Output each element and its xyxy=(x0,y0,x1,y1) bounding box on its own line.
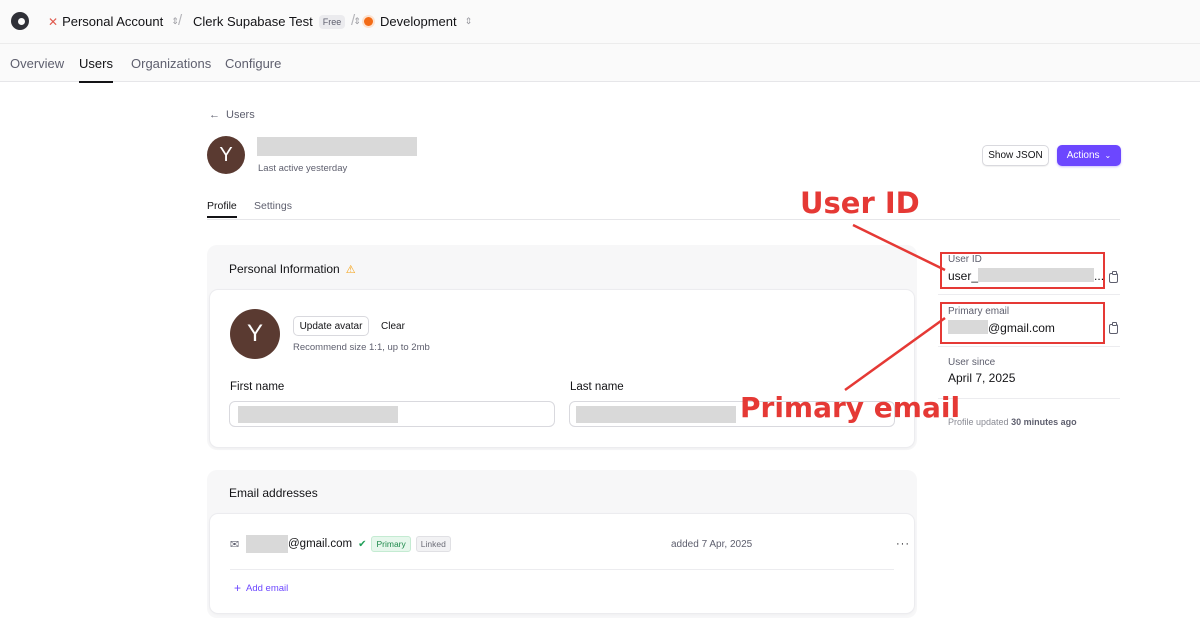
sidebar-divider xyxy=(938,398,1120,399)
tab-settings[interactable]: Settings xyxy=(254,200,292,212)
linked-badge: Linked xyxy=(415,536,451,552)
more-options-icon[interactable]: ··· xyxy=(896,538,910,550)
user-since-value: April 7, 2025 xyxy=(948,371,1016,385)
user-avatar: Y xyxy=(207,136,245,174)
clerk-logo-icon[interactable] xyxy=(11,12,29,30)
top-bar: ✕ Personal Account ⇕ / Clerk Supabase Te… xyxy=(0,0,1200,44)
user-id-annotation: User ID xyxy=(800,186,920,220)
plus-icon: + xyxy=(234,581,242,595)
card-title-text: Personal Information xyxy=(229,262,340,276)
show-json-button[interactable]: Show JSON xyxy=(982,145,1049,166)
mail-icon: ✉ xyxy=(230,538,240,551)
email-list: ✉ @gmail.com ✔ Primary Linked added 7 Ap… xyxy=(210,514,914,613)
user-id-highlight-box xyxy=(940,252,1105,289)
email-address: @gmail.com xyxy=(288,538,353,550)
breadcrumb-separator: / xyxy=(178,12,183,29)
copy-icon[interactable] xyxy=(1109,322,1118,334)
primary-email-highlight-box xyxy=(940,302,1105,344)
account-name: Personal Account xyxy=(62,14,164,29)
profile-updated-time: 30 minutes ago xyxy=(1011,417,1077,427)
back-to-users-link[interactable]: ← Users xyxy=(209,109,255,121)
environment-dot-icon xyxy=(364,17,373,26)
add-email-label: Add email xyxy=(246,582,289,594)
add-email-button[interactable]: + Add email xyxy=(234,581,288,595)
first-name-redacted xyxy=(238,406,398,423)
update-avatar-button[interactable]: Update avatar xyxy=(293,316,369,336)
tab-configure[interactable]: Configure xyxy=(225,56,281,71)
sidebar-divider xyxy=(938,294,1120,295)
account-icon: ✕ xyxy=(48,14,59,29)
user-since-item: User since April 7, 2025 xyxy=(948,357,1015,385)
sidebar-divider xyxy=(938,346,1120,347)
email-local-redacted xyxy=(246,535,288,553)
email-added-date: added 7 Apr, 2025 xyxy=(671,538,753,550)
copy-icon[interactable] xyxy=(1109,271,1118,283)
email-addresses-title: Email addresses xyxy=(229,486,318,500)
actions-button[interactable]: Actions ⌄ xyxy=(1057,145,1121,166)
tab-users[interactable]: Users xyxy=(79,56,113,83)
actions-label: Actions xyxy=(1066,150,1100,161)
breadcrumb-separator: / xyxy=(351,12,356,29)
environment-switcher[interactable]: Development ⇕ xyxy=(364,14,472,29)
tab-overview[interactable]: Overview xyxy=(10,56,64,71)
app-switcher[interactable]: Clerk Supabase Test Free ⇕ xyxy=(193,14,361,29)
last-name-redacted xyxy=(576,406,736,423)
plan-badge: Free xyxy=(318,14,346,29)
arrow-left-icon: ← xyxy=(209,109,220,121)
chevron-down-icon: ⌄ xyxy=(1104,151,1112,160)
profile-avatar: Y xyxy=(230,309,280,359)
personal-information-title: Personal Information ⚠ xyxy=(229,262,356,276)
user-name-redacted xyxy=(257,137,417,156)
row-divider xyxy=(230,569,894,570)
email-addresses-card: Email addresses ✉ @gmail.com ✔ Primary L… xyxy=(207,470,917,618)
last-name-label: Last name xyxy=(570,381,624,393)
app-name: Clerk Supabase Test xyxy=(193,14,313,29)
avatar-initial: Y xyxy=(246,320,263,347)
primary-email-annotation: Primary email xyxy=(740,391,961,424)
email-row: ✉ @gmail.com ✔ Primary Linked added 7 Ap… xyxy=(230,533,909,555)
main-nav: Overview Users Organizations Configure xyxy=(0,44,1200,83)
verified-check-icon: ✔ xyxy=(358,538,367,550)
environment-name: Development xyxy=(380,14,457,29)
warning-icon: ⚠ xyxy=(345,263,356,276)
avatar-hint: Recommend size 1:1, up to 2mb xyxy=(293,342,430,353)
user-since-label: User since xyxy=(948,357,996,368)
clear-avatar-button[interactable]: Clear xyxy=(378,316,408,336)
first-name-label: First name xyxy=(230,381,285,393)
avatar-initial: Y xyxy=(219,143,233,166)
first-name-field[interactable] xyxy=(229,401,555,427)
profile-updated: Profile updated 30 minutes ago xyxy=(948,417,1077,427)
tab-organizations[interactable]: Organizations xyxy=(131,56,211,71)
tab-profile[interactable]: Profile xyxy=(207,200,237,218)
account-switcher[interactable]: ✕ Personal Account ⇕ xyxy=(48,14,179,29)
chevron-updown-icon: ⇕ xyxy=(464,16,473,26)
back-label: Users xyxy=(226,109,255,121)
last-active: Last active yesterday xyxy=(258,163,348,174)
primary-badge: Primary xyxy=(371,536,411,552)
subtab-divider xyxy=(207,219,1120,220)
